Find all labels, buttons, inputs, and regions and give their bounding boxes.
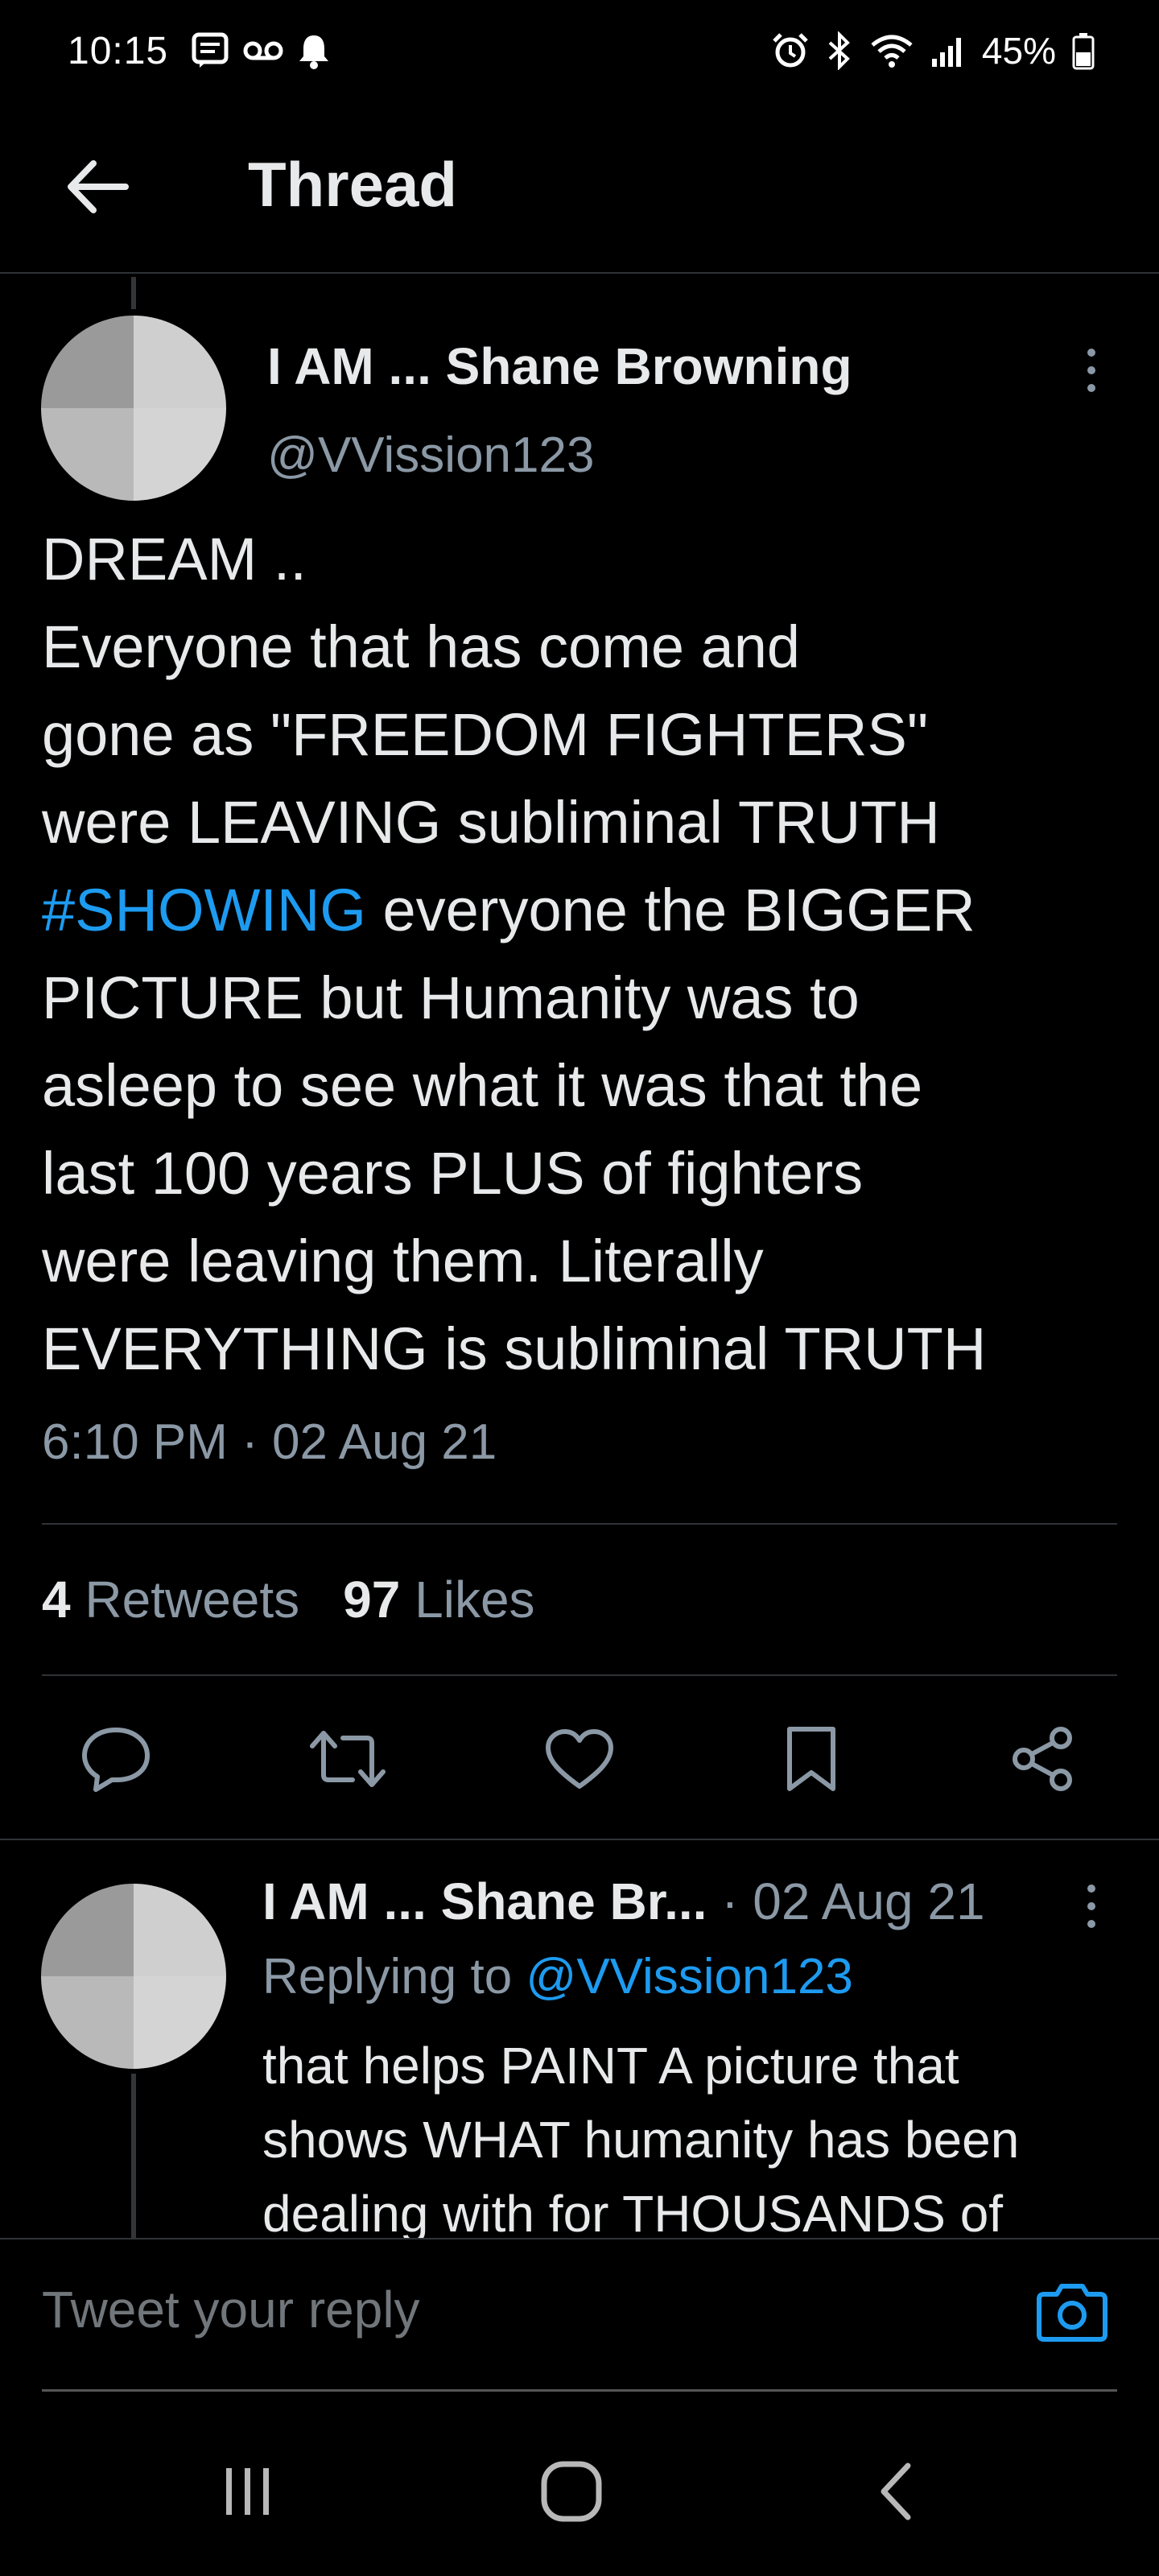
retweets-count: 4 <box>42 1571 71 1629</box>
bookmark-icon <box>787 1727 835 1791</box>
home-button[interactable] <box>523 2447 620 2536</box>
hashtag-link[interactable]: #SHOWING <box>42 877 366 943</box>
reply-line: that helps PAINT A picture that <box>262 2037 959 2095</box>
battery-percent: 45% <box>981 30 1056 72</box>
recent-apps-icon <box>226 2468 269 2515</box>
tweet-line: EVERYTHING is subliminal TRUTH <box>42 1315 987 1382</box>
tweet-line: gone as "FREEDOM FIGHTERS" <box>42 701 929 768</box>
reply-more-options-button[interactable] <box>1067 1866 1116 1946</box>
retweet-button[interactable] <box>299 1711 396 1807</box>
system-back-button[interactable] <box>847 2447 943 2536</box>
back-button[interactable] <box>56 147 137 227</box>
tweet-line-with-hashtag: #SHOWING everyone the BIGGER <box>42 866 1136 954</box>
page-title: Thread <box>248 149 458 220</box>
camera-icon <box>1037 2284 1107 2342</box>
tweet-line: were LEAVING subliminal TRUTH <box>42 789 940 856</box>
author-avatar[interactable] <box>41 316 226 501</box>
back-arrow-icon <box>68 160 129 213</box>
likes-count: 97 <box>343 1571 401 1629</box>
signal-icon <box>931 38 961 67</box>
thread-connector-line <box>131 2074 136 2243</box>
reply-composer: Tweet your reply <box>0 2238 1159 2392</box>
divider <box>42 1523 1117 1525</box>
reply-date: · 02 Aug 21 <box>721 1872 985 1930</box>
tweet-line: asleep to see what it was that the <box>42 1052 923 1119</box>
alarm-icon <box>773 33 808 68</box>
tweet-line: last 100 years PLUS of fighters <box>42 1140 864 1207</box>
divider <box>42 1674 1117 1676</box>
tweet-line: DREAM .. <box>42 526 307 592</box>
reply-text: that helps PAINT A picture that shows WH… <box>262 2029 1148 2251</box>
reply-line: shows WHAT humanity has been <box>262 2111 1020 2169</box>
tweet-timestamp[interactable]: 6:10 PM · 02 Aug 21 <box>42 1414 497 1471</box>
dot-icon <box>1087 1920 1095 1928</box>
heart-icon <box>546 1729 613 1789</box>
battery-icon <box>1072 33 1095 70</box>
author-name[interactable]: I AM ... Shane Browning <box>267 336 852 396</box>
tweet-line: Everyone that has come and <box>42 613 801 680</box>
dot-icon <box>1087 366 1095 374</box>
replying-to-handle[interactable]: @VVission123 <box>526 1949 852 2004</box>
reply-input[interactable]: Tweet your reply <box>42 2280 420 2339</box>
message-icon <box>192 32 229 68</box>
reply-header: I AM ... Shane Br... · 02 Aug 21 <box>262 1872 985 1931</box>
replying-to: Replying to @VVission123 <box>262 1948 853 2005</box>
retweets-stat[interactable]: 4 Retweets <box>42 1570 299 1629</box>
bookmark-button[interactable] <box>763 1711 860 1807</box>
retweets-label: Retweets <box>85 1571 300 1629</box>
reply-button[interactable] <box>68 1711 164 1807</box>
wifi-icon <box>871 35 913 68</box>
author-handle[interactable]: @VVission123 <box>267 427 594 484</box>
status-right: 45% <box>771 29 1095 72</box>
tweet-text: DREAM .. Everyone that has come and gone… <box>42 515 1136 1393</box>
system-nav-bar <box>0 2407 1159 2576</box>
more-options-button[interactable] <box>1067 330 1116 411</box>
thread-header: Thread <box>0 105 1159 274</box>
composer-underline <box>42 2389 1117 2392</box>
recent-apps-button[interactable] <box>200 2447 296 2536</box>
likes-label: Likes <box>415 1571 535 1629</box>
status-left-icons <box>192 32 330 69</box>
like-button[interactable] <box>531 1711 628 1807</box>
dot-icon <box>1087 384 1095 392</box>
share-icon <box>1013 1727 1072 1791</box>
divider <box>0 1839 1159 1840</box>
chevron-left-icon <box>881 2462 911 2520</box>
likes-stat[interactable]: 97 Likes <box>343 1570 534 1629</box>
tweet-actions <box>0 1711 1159 1807</box>
camera-button[interactable] <box>1032 2275 1112 2347</box>
tweet-line: everyone the BIGGER <box>382 877 975 943</box>
replying-to-label: Replying to <box>262 1949 513 2004</box>
reply-author-avatar[interactable] <box>41 1884 226 2069</box>
tweet-stats: 4 Retweets 97 Likes <box>42 1570 535 1629</box>
reply-author-name[interactable]: I AM ... Shane Br... <box>262 1872 707 1930</box>
home-icon <box>541 2461 602 2522</box>
reply-icon <box>82 1728 150 1792</box>
thread-connector-line <box>131 277 136 309</box>
tweet-line: PICTURE but Humanity was to <box>42 964 860 1031</box>
dot-icon <box>1087 1885 1095 1893</box>
dot-icon <box>1087 1902 1095 1910</box>
share-button[interactable] <box>995 1711 1091 1807</box>
notification-bell-icon <box>299 35 328 69</box>
tweet-line: were leaving them. Literally <box>42 1228 764 1294</box>
voicemail-icon <box>243 41 283 60</box>
dot-icon <box>1087 349 1095 357</box>
bluetooth-icon <box>828 31 850 70</box>
status-time: 10:15 <box>68 30 169 72</box>
retweet-icon <box>310 1731 386 1787</box>
status-bar: 10:15 45% <box>0 0 1159 105</box>
